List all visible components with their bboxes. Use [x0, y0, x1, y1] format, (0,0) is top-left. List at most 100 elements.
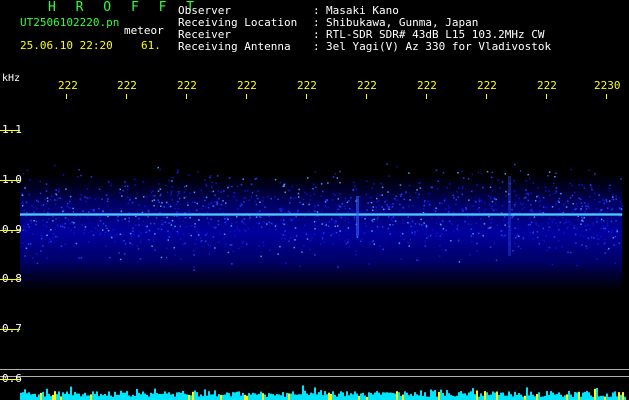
- noise-dot: [33, 220, 35, 222]
- noise-dot: [356, 236, 359, 238]
- noise-dot: [210, 202, 212, 204]
- noise-dot: [158, 183, 160, 185]
- noise-dot: [255, 177, 258, 180]
- x-tick-label-2: 222: [117, 79, 137, 92]
- power-bar: [568, 391, 570, 400]
- noise-dot: [532, 182, 535, 184]
- noise-dot: [328, 220, 330, 222]
- noise-dot: [418, 182, 420, 184]
- power-bar: [548, 395, 550, 400]
- power-bar: [84, 392, 86, 400]
- noise-dot: [496, 224, 498, 227]
- power-bar: [102, 395, 104, 400]
- noise-dot: [197, 234, 200, 236]
- noise-dot: [567, 200, 569, 202]
- noise-dot: [348, 200, 350, 202]
- noise-dot: [69, 200, 71, 203]
- noise-dot: [588, 207, 590, 209]
- power-bar: [400, 395, 402, 400]
- noise-dot: [237, 228, 239, 231]
- noise-dot: [573, 224, 576, 227]
- noise-dot: [123, 239, 125, 242]
- noise-dot: [600, 220, 602, 222]
- noise-dot: [320, 243, 322, 245]
- power-bar: [58, 391, 60, 400]
- noise-dot: [491, 205, 493, 207]
- noise-dot: [568, 220, 570, 223]
- noise-dot: [160, 205, 162, 207]
- power-bar: [198, 396, 200, 400]
- meteor-tag: meteor: [124, 24, 164, 37]
- noise-dot: [551, 206, 554, 208]
- power-bar: [346, 391, 348, 400]
- noise-dot: [212, 236, 215, 238]
- noise-dot: [190, 224, 193, 227]
- noise-dot: [332, 232, 334, 235]
- noise-dot: [234, 234, 236, 237]
- noise-dot: [214, 247, 216, 249]
- power-bar: [496, 391, 498, 400]
- power-bar: [220, 394, 222, 400]
- noise-dot: [325, 222, 328, 224]
- noise-dot: [129, 242, 132, 245]
- noise-dot: [593, 198, 596, 201]
- noise-dot: [28, 226, 30, 228]
- noise-dot: [579, 198, 582, 201]
- noise-dot: [482, 234, 484, 237]
- noise-dot: [246, 189, 249, 192]
- noise-dot: [515, 194, 517, 197]
- noise-dot: [231, 185, 233, 188]
- power-bar: [420, 390, 422, 400]
- noise-dot: [274, 225, 277, 227]
- noise-dot: [402, 222, 404, 224]
- noise-dot: [535, 224, 538, 226]
- power-bar: [340, 391, 342, 400]
- noise-dot: [134, 224, 137, 226]
- noise-dot: [339, 193, 341, 195]
- noise-dot: [294, 239, 296, 241]
- noise-dot: [217, 190, 220, 192]
- noise-dot: [98, 207, 100, 210]
- power-bar: [286, 392, 288, 400]
- noise-dot: [468, 223, 470, 225]
- noise-dot: [52, 236, 54, 239]
- noise-dot: [476, 250, 478, 252]
- noise-dot: [69, 195, 72, 198]
- power-bar: [352, 394, 354, 400]
- power-bar: [80, 396, 82, 400]
- power-bar: [164, 391, 166, 400]
- noise-dot: [214, 194, 216, 196]
- noise-dot: [196, 209, 198, 211]
- noise-dot: [549, 194, 551, 196]
- power-bar: [248, 393, 250, 400]
- noise-dot: [54, 203, 57, 206]
- noise-dot: [308, 203, 310, 206]
- noise-dot: [581, 244, 583, 246]
- noise-dot: [210, 218, 212, 220]
- noise-dot: [170, 194, 172, 196]
- power-bar: [62, 392, 64, 400]
- noise-dot: [46, 197, 49, 199]
- noise-dot: [477, 171, 480, 174]
- noise-dot: [117, 219, 120, 222]
- power-bar: [46, 388, 48, 400]
- power-bar: [452, 395, 454, 400]
- noise-dot: [366, 180, 368, 182]
- noise-dot: [33, 211, 35, 214]
- power-bar: [70, 386, 72, 400]
- noise-dot: [503, 216, 506, 218]
- power-bar: [210, 394, 212, 400]
- noise-dot: [289, 218, 292, 220]
- y-tick-mark: [0, 130, 20, 131]
- power-bar: [154, 388, 156, 400]
- noise-dot: [49, 199, 52, 201]
- noise-dot: [42, 204, 45, 206]
- noise-dot: [533, 216, 536, 218]
- noise-dot: [335, 211, 338, 213]
- noise-dot: [587, 224, 589, 226]
- noise-dot: [489, 186, 492, 188]
- noise-dot: [501, 230, 504, 232]
- noise-dot: [591, 189, 593, 191]
- power-bar: [458, 392, 460, 400]
- noise-dot: [31, 233, 34, 235]
